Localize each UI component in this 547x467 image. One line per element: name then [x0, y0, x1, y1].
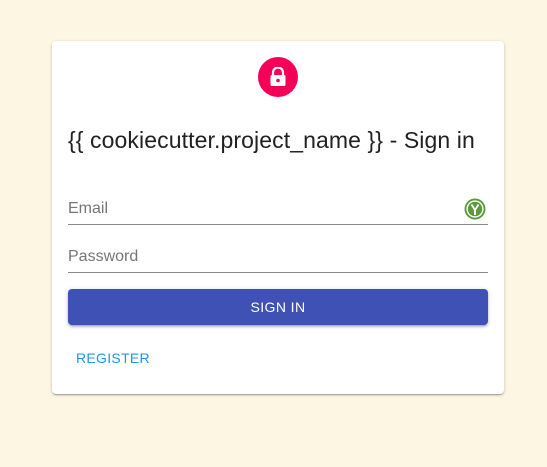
password-input[interactable]: [68, 246, 448, 268]
lock-icon: [270, 67, 286, 86]
sign-in-button[interactable]: Sign in: [68, 289, 488, 325]
lock-avatar: [258, 57, 298, 97]
register-link[interactable]: Register: [68, 343, 158, 373]
email-field-container: [68, 194, 488, 225]
login-card: {{ cookiecutter.project_name }} - Sign i…: [52, 41, 504, 394]
page-title: {{ cookiecutter.project_name }} - Sign i…: [68, 127, 475, 153]
password-field-container: [68, 242, 488, 273]
email-input[interactable]: [68, 198, 448, 220]
password-manager-icon[interactable]: [464, 198, 486, 220]
